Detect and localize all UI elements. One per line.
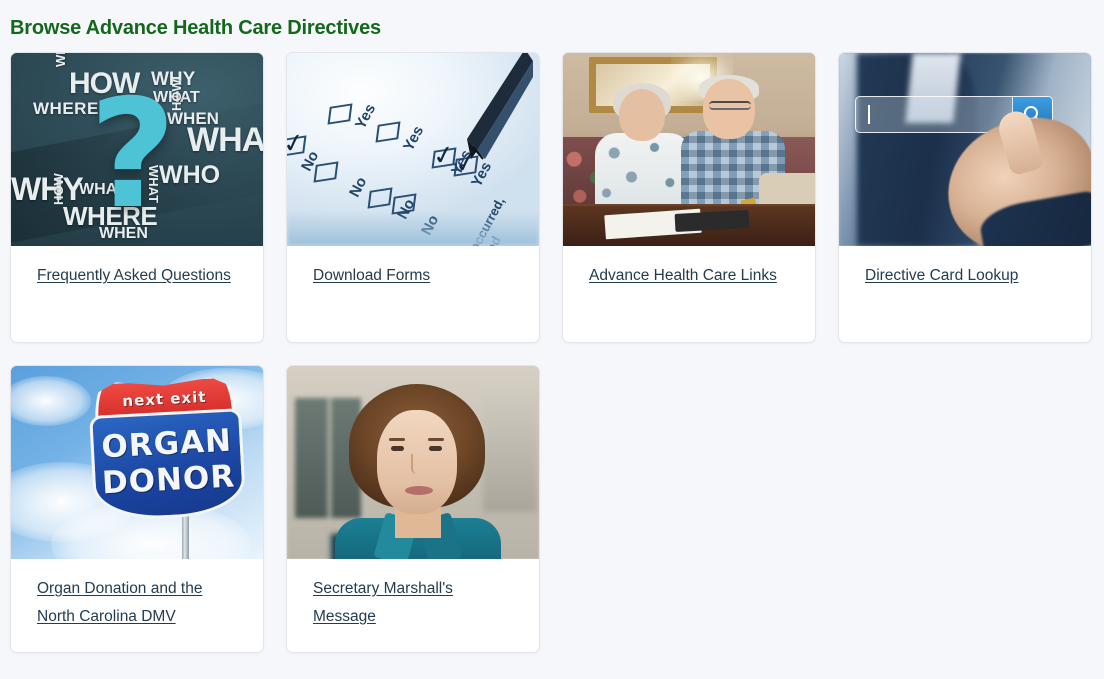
elderly-couple-signing-documents-image[interactable]	[563, 53, 815, 246]
card-organ-donation-dmv[interactable]: next exit ORGAN DONOR Organ Donation and…	[10, 365, 264, 653]
link-advance-health-care-links[interactable]: Advance Health Care Links	[589, 267, 777, 284]
page-root: Browse Advance Health Care Directives WH…	[0, 0, 1104, 679]
directives-card-grid: WHO HOW WHY WHAT WHERE WHEN HOW WHAT WHO…	[10, 52, 1094, 653]
card-directive-card-lookup[interactable]: Directive Card Lookup	[838, 52, 1092, 343]
building-window	[483, 394, 537, 512]
link-organ-donation-dmv[interactable]: Organ Donation and the North Carolina DM…	[37, 580, 202, 625]
card-body: Download Forms	[287, 246, 539, 342]
card-body: Advance Health Care Links	[563, 246, 815, 342]
eye-right	[429, 446, 442, 451]
card-download-forms[interactable]: Yes No Yes No Yes No Yes No occurred, an…	[286, 52, 540, 343]
eyeglasses-icon	[709, 101, 751, 110]
card-body: Frequently Asked Questions	[11, 246, 263, 342]
nose	[411, 454, 421, 474]
search-bar-touch-image[interactable]	[839, 53, 1091, 246]
page-title: Browse Advance Health Care Directives	[10, 17, 381, 40]
image-word: WHAT	[187, 121, 263, 159]
link-download-forms[interactable]: Download Forms	[313, 267, 430, 284]
image-bottom-blur	[287, 212, 539, 246]
card-body: Secretary Marshall's Message	[287, 559, 539, 652]
link-frequently-asked-questions[interactable]: Frequently Asked Questions	[37, 267, 231, 284]
card-secretary-marshalls-message[interactable]: Secretary Marshall's Message	[286, 365, 540, 653]
eyebrow-right	[428, 438, 444, 441]
image-word: WHO	[53, 53, 68, 67]
question-mark-chalkboard-image[interactable]: WHO HOW WHY WHAT WHERE WHEN HOW WHAT WHO…	[11, 53, 263, 246]
secretary-portrait-image[interactable]	[287, 366, 539, 559]
checkbox-form-with-pen-image[interactable]: Yes No Yes No Yes No Yes No occurred, an…	[287, 53, 539, 246]
eyebrow-left	[389, 438, 405, 441]
link-secretary-marshalls-message[interactable]: Secretary Marshall's Message	[313, 580, 453, 625]
eye-left	[391, 446, 404, 451]
highway-shield-sign: next exit ORGAN DONOR	[87, 374, 247, 524]
woman-face	[619, 89, 665, 141]
fountain-pen-icon	[467, 53, 533, 160]
question-mark-glyph: ?	[89, 68, 177, 243]
card-frequently-asked-questions[interactable]: WHO HOW WHY WHAT WHERE WHEN HOW WHAT WHO…	[10, 52, 264, 343]
mouth	[405, 486, 433, 495]
text-caret	[868, 105, 870, 124]
card-body: Organ Donation and the North Carolina DM…	[11, 559, 263, 652]
card-advance-health-care-links[interactable]: Advance Health Care Links	[562, 52, 816, 343]
virtual-search-input[interactable]	[856, 97, 1012, 132]
link-directive-card-lookup[interactable]: Directive Card Lookup	[865, 267, 1018, 284]
organ-donor-road-sign-image[interactable]: next exit ORGAN DONOR	[11, 366, 263, 559]
card-body: Directive Card Lookup	[839, 246, 1091, 342]
woman-blouse	[595, 133, 691, 213]
